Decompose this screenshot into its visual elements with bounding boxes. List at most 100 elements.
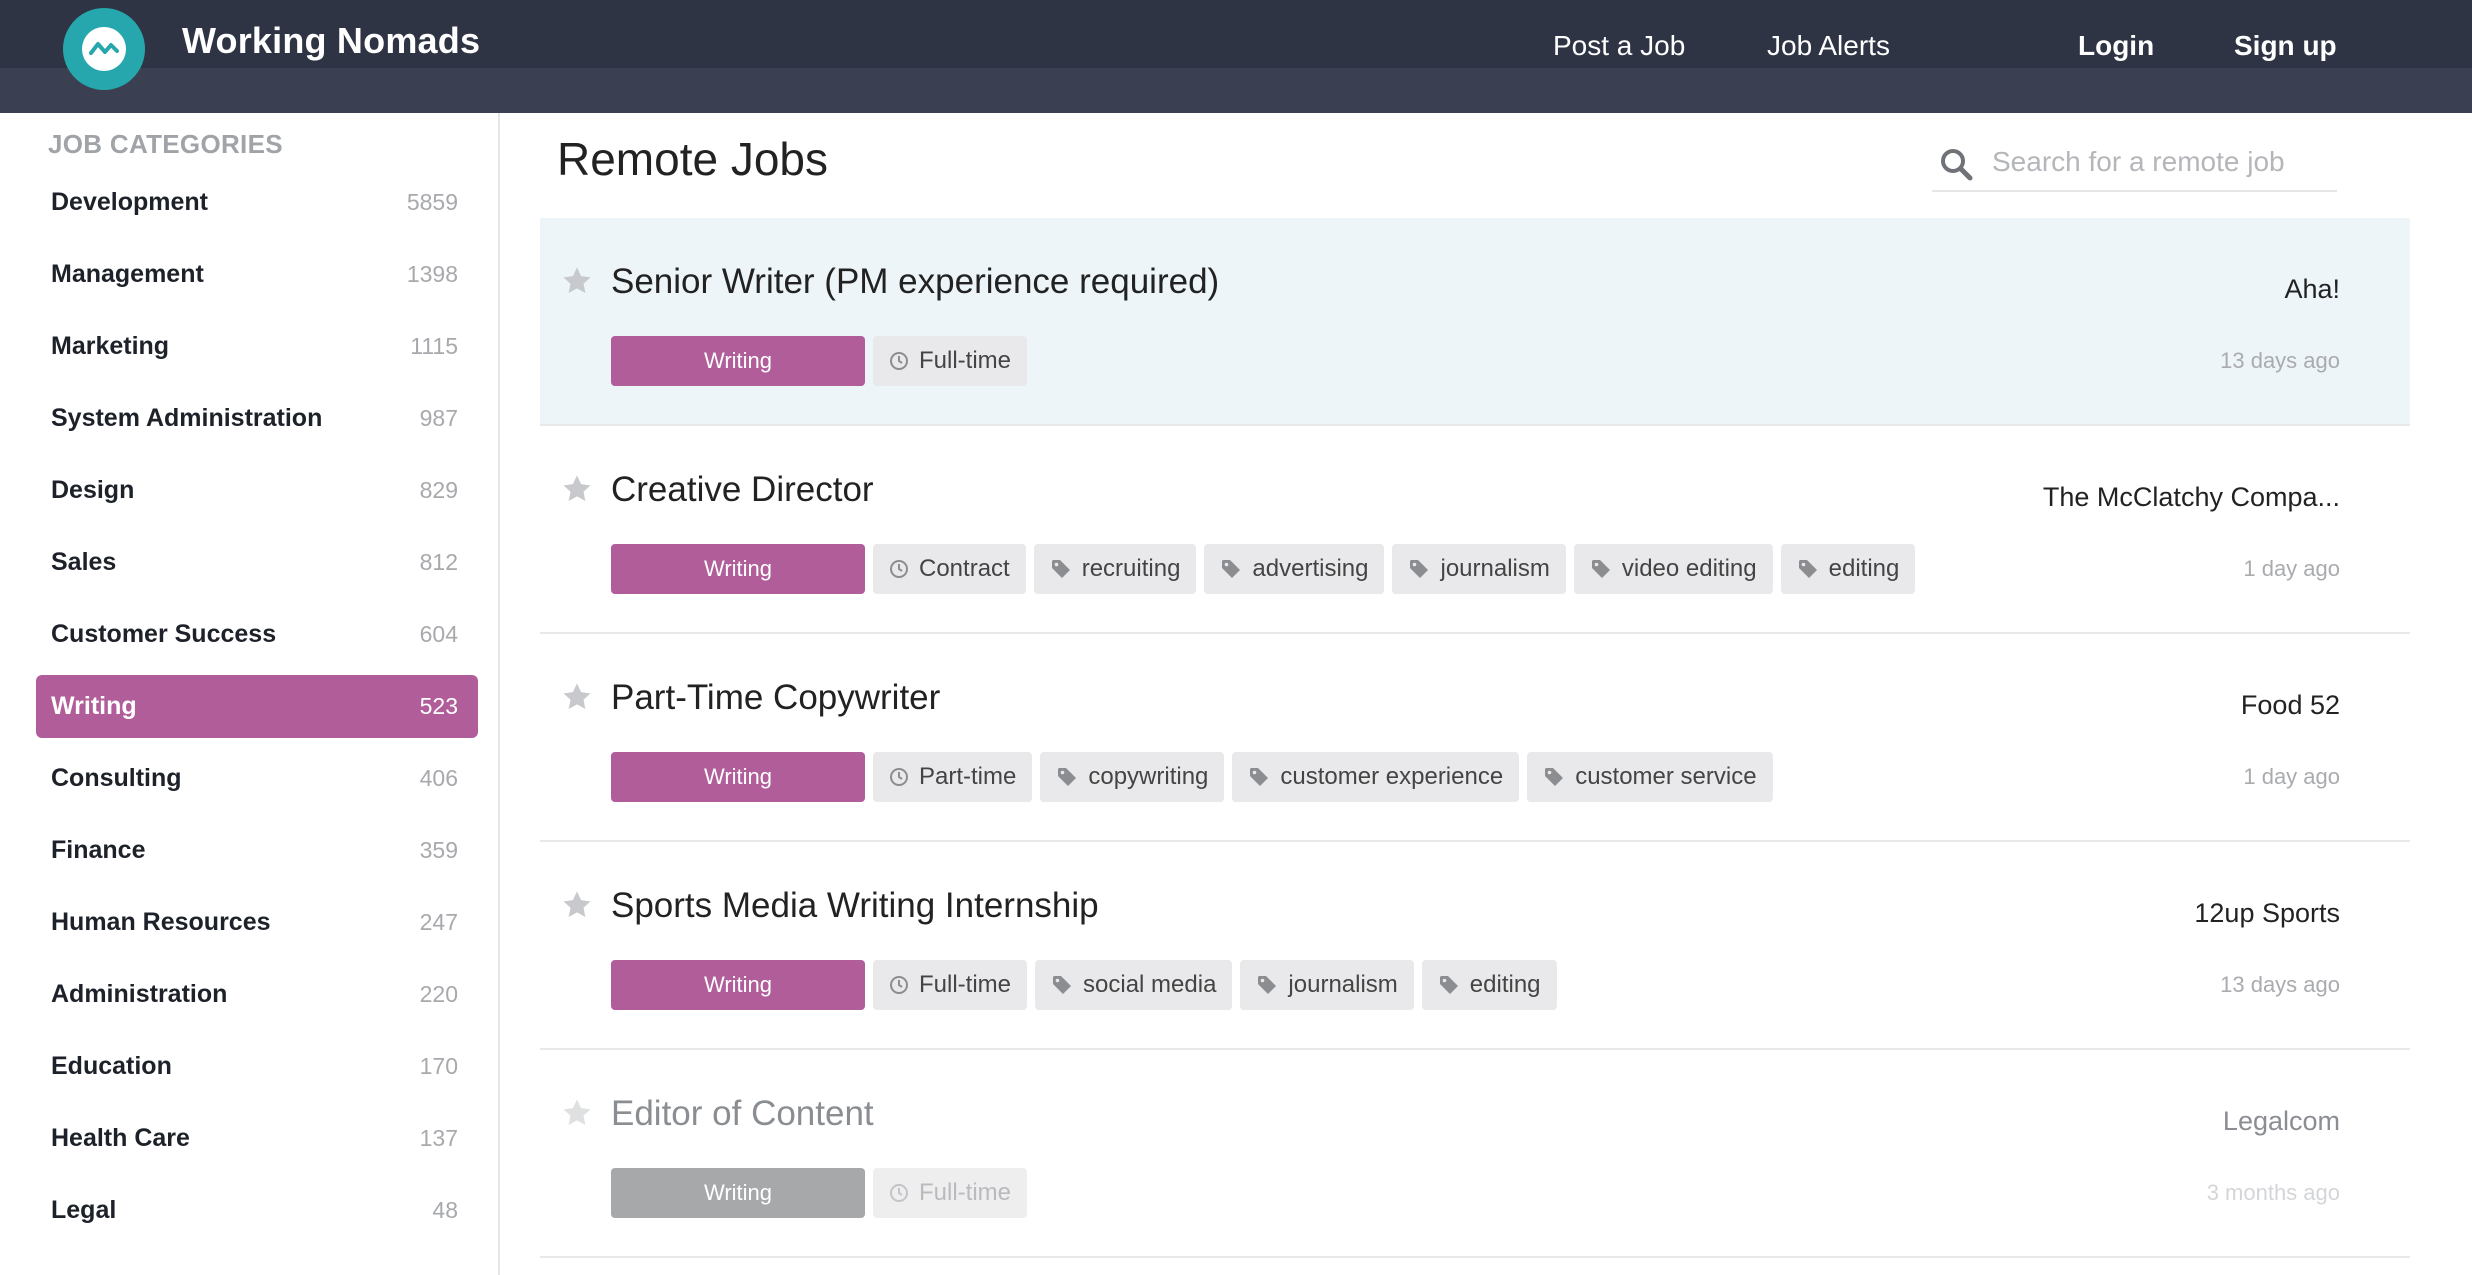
sidebar-item-marketing[interactable]: Marketing 1115 <box>36 315 478 378</box>
clock-icon <box>890 352 908 370</box>
skill-tag-label: editing <box>1469 971 1541 998</box>
job-title[interactable]: Senior Writer (PM experience required) <box>611 262 1219 302</box>
job-tags: Writing Full-time social media journalis… <box>611 960 1557 1010</box>
job-title[interactable]: Sports Media Writing Internship <box>611 886 1099 926</box>
sidebar-item-legal[interactable]: Legal 48 <box>36 1179 478 1242</box>
category-count: 48 <box>432 1197 458 1223</box>
sidebar-item-sales[interactable]: Sales 812 <box>36 531 478 594</box>
tag-icon <box>1051 560 1070 578</box>
sidebar-item-management[interactable]: Management 1398 <box>36 243 478 306</box>
tag-icon <box>1258 976 1277 994</box>
skill-tag-label: copywriting <box>1088 763 1209 790</box>
job-posted-ago: 1 day ago <box>2243 556 2340 581</box>
sidebar-item-system-administration[interactable]: System Administration 987 <box>36 387 478 450</box>
category-count: 987 <box>419 405 458 431</box>
category-count: 604 <box>419 621 458 647</box>
job-row[interactable]: Editor of Content Legalcom 3 months ago … <box>540 1050 2410 1258</box>
star-icon[interactable] <box>560 264 594 298</box>
star-icon[interactable] <box>560 472 594 506</box>
sidebar-item-health-care[interactable]: Health Care 137 <box>36 1107 478 1170</box>
category-count: 1115 <box>410 333 458 359</box>
sidebar-item-human-resources[interactable]: Human Resources 247 <box>36 891 478 954</box>
star-icon[interactable] <box>560 888 594 922</box>
category-tag[interactable]: Writing <box>611 960 865 1010</box>
job-type-label: Part-time <box>919 763 1017 790</box>
job-title[interactable]: Part-Time Copywriter <box>611 678 940 718</box>
tag-icon <box>1545 768 1564 786</box>
sidebar-item-customer-success[interactable]: Customer Success 604 <box>36 603 478 666</box>
category-label: Management <box>51 260 204 288</box>
navbar-strip <box>0 68 2472 113</box>
sidebar-item-administration[interactable]: Administration 220 <box>36 963 478 1026</box>
skill-tag[interactable]: copywriting <box>1040 752 1225 802</box>
sidebar-item-development[interactable]: Development 5859 <box>36 171 478 234</box>
skill-tag-label: journalism <box>1288 971 1398 998</box>
job-company[interactable]: Legalcom <box>2223 1106 2340 1137</box>
sidebar-item-consulting[interactable]: Consulting 406 <box>36 747 478 810</box>
category-tag[interactable]: Writing <box>611 544 865 594</box>
category-label: Customer Success <box>51 620 277 648</box>
job-company[interactable]: The McClatchy Compa... <box>2043 482 2340 513</box>
skill-tag[interactable]: customer experience <box>1232 752 1520 802</box>
job-tags: Writing Part-time copywriting customer e… <box>611 752 1773 802</box>
sidebar-item-finance[interactable]: Finance 359 <box>36 819 478 882</box>
category-label: Design <box>51 476 135 504</box>
skill-tag[interactable]: editing <box>1421 960 1557 1010</box>
logo-icon[interactable] <box>63 8 145 90</box>
job-row[interactable]: Senior Writer (PM experience required) A… <box>540 218 2410 426</box>
sidebar-item-design[interactable]: Design 829 <box>36 459 478 522</box>
category-count: 406 <box>419 765 458 791</box>
category-count: 812 <box>419 549 458 575</box>
category-count: 5859 <box>406 189 458 215</box>
category-label: System Administration <box>51 404 323 432</box>
job-tags: Writing Full-time <box>611 1168 1028 1218</box>
category-tag[interactable]: Writing <box>611 1168 865 1218</box>
search-input[interactable] <box>1992 140 2332 184</box>
brand-name[interactable]: Working Nomads <box>182 20 480 62</box>
job-alerts-link[interactable]: Job Alerts <box>1767 30 1890 62</box>
tag-icon <box>1053 976 1072 994</box>
job-posted-ago: 13 days ago <box>2220 348 2340 373</box>
skill-tag[interactable]: social media <box>1035 960 1233 1010</box>
job-type-tag: Contract <box>873 544 1026 594</box>
sidebar-item-writing[interactable]: Writing 523 <box>36 675 478 738</box>
tag-icon <box>1250 768 1269 786</box>
skill-tag[interactable]: journalism <box>1392 544 1566 594</box>
post-job-link[interactable]: Post a Job <box>1553 30 1685 62</box>
signup-link[interactable]: Sign up <box>2234 30 2337 62</box>
job-title[interactable]: Editor of Content <box>611 1094 874 1134</box>
job-company[interactable]: 12up Sports <box>2194 898 2340 929</box>
job-row[interactable]: Part-Time Copywriter Food 52 1 day ago W… <box>540 634 2410 842</box>
category-tag[interactable]: Writing <box>611 752 865 802</box>
category-label: Development <box>51 188 208 216</box>
star-icon[interactable] <box>560 680 594 714</box>
tag-icon <box>1058 768 1077 786</box>
job-title[interactable]: Creative Director <box>611 470 874 510</box>
job-company[interactable]: Food 52 <box>2241 690 2340 721</box>
category-count: 523 <box>419 693 458 719</box>
tag-icon <box>1591 560 1610 578</box>
star-icon[interactable] <box>560 1096 594 1130</box>
job-row[interactable]: Creative Director The McClatchy Compa...… <box>540 426 2410 634</box>
job-type-tag: Full-time <box>873 1168 1028 1218</box>
tag-icon <box>1798 560 1817 578</box>
job-type-tag: Full-time <box>873 336 1028 386</box>
category-label: Consulting <box>51 764 182 792</box>
category-label: Health Care <box>51 1124 190 1152</box>
login-link[interactable]: Login <box>2078 30 2154 62</box>
sidebar-item-education[interactable]: Education 170 <box>36 1035 478 1098</box>
skill-tag[interactable]: recruiting <box>1033 544 1197 594</box>
category-tag[interactable]: Writing <box>611 336 865 386</box>
job-company[interactable]: Aha! <box>2284 274 2340 305</box>
skill-tag[interactable]: advertising <box>1204 544 1385 594</box>
job-row[interactable]: Sports Media Writing Internship 12up Spo… <box>540 842 2410 1050</box>
skill-tag[interactable]: editing <box>1780 544 1916 594</box>
job-tags: Writing Full-time <box>611 336 1028 386</box>
category-count: 220 <box>419 981 458 1007</box>
skill-tag[interactable]: video editing <box>1573 544 1773 594</box>
skill-tag-label: customer service <box>1575 763 1757 790</box>
skill-tag[interactable]: customer service <box>1527 752 1773 802</box>
category-label: Administration <box>51 980 228 1008</box>
skill-tag[interactable]: journalism <box>1240 960 1414 1010</box>
search-icon[interactable] <box>1938 146 1974 182</box>
